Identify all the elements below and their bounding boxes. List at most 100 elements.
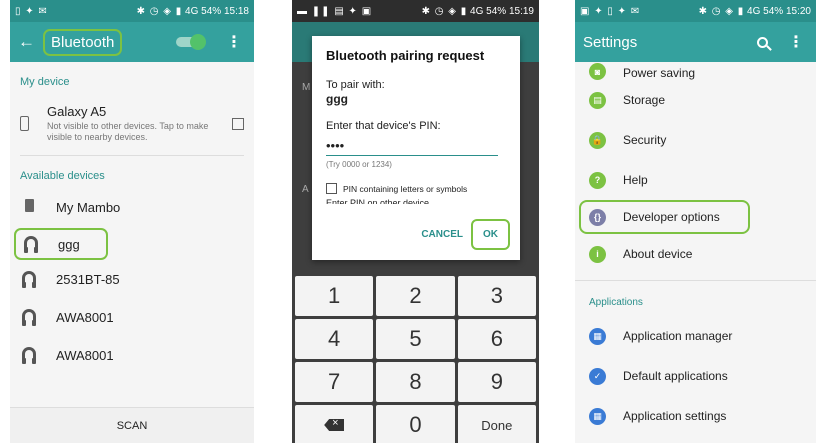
toggle-knob bbox=[190, 34, 206, 50]
my-device-header: My device bbox=[10, 62, 254, 94]
settings-item-label: Help bbox=[623, 173, 648, 187]
signal-icons: ✱ ◷ ◈ ▮ bbox=[698, 5, 745, 17]
back-arrow-icon[interactable]: ← bbox=[18, 32, 35, 52]
device-row-my-mambo[interactable]: My Mambo bbox=[10, 188, 254, 226]
network-label: 4G bbox=[747, 5, 761, 17]
headphones-icon bbox=[22, 347, 36, 364]
settings-item-label: Application manager bbox=[623, 329, 733, 343]
default-applications-icon: ✓ bbox=[589, 367, 606, 385]
settings-item-about-device[interactable]: i About device bbox=[575, 234, 816, 274]
device-label: My Mambo bbox=[56, 199, 121, 215]
device-row-ggg[interactable]: ggg bbox=[14, 228, 108, 260]
battery-label: 54% bbox=[486, 5, 507, 17]
status-time: 15:18 bbox=[223, 5, 249, 17]
more-options-icon[interactable]: ⋮ bbox=[222, 32, 246, 52]
pin-label: Enter that device's PIN: bbox=[326, 120, 441, 132]
status-bar: ▬ ❚❚ ▤ ✦ ▣ ✱ ◷ ◈ ▮ 4G 54% 15:19 bbox=[292, 0, 539, 22]
pair-device-name: ggg bbox=[326, 92, 348, 106]
available-devices-header: Available devices bbox=[10, 156, 254, 188]
cut-off-text: Enter PIN on other device bbox=[326, 198, 430, 204]
speaker-icon bbox=[24, 199, 34, 212]
dialog-title: Bluetooth pairing request bbox=[326, 48, 485, 63]
status-right: ✱ ◷ ◈ ▮ 4G 54% 15:18 bbox=[137, 6, 249, 17]
status-bar: ▯ ✦ ✉ ✱ ◷ ◈ ▮ 4G 54% 15:18 bbox=[10, 0, 254, 22]
settings-screen: ▣ ✦ ▯ ✦ ✉ ✱ ◷ ◈ ▮ 4G 54% 15:20 Settings … bbox=[575, 0, 816, 443]
info-icon: i bbox=[589, 245, 606, 263]
device-label: 2531BT-85 bbox=[56, 271, 120, 287]
letters-symbols-option[interactable]: PIN containing letters or symbols bbox=[326, 183, 506, 194]
key-4[interactable]: 4 bbox=[295, 319, 374, 359]
more-options-icon[interactable]: ⋮ bbox=[784, 32, 808, 52]
phone-icon bbox=[20, 116, 29, 131]
settings-item-application-manager[interactable]: ▦ Application manager bbox=[575, 316, 816, 356]
settings-item-help[interactable]: ? Help bbox=[575, 160, 816, 200]
status-bar: ▣ ✦ ▯ ✦ ✉ ✱ ◷ ◈ ▮ 4G 54% 15:20 bbox=[575, 0, 816, 22]
ok-button[interactable]: OK bbox=[471, 219, 510, 250]
settings-item-label: Storage bbox=[623, 93, 666, 107]
key-5[interactable]: 5 bbox=[376, 319, 455, 359]
settings-item-application-settings[interactable]: ▦ Application settings bbox=[575, 396, 816, 436]
settings-item-label: Security bbox=[623, 133, 667, 147]
settings-item-security[interactable]: 🔒 Security bbox=[575, 120, 816, 160]
notification-icons: ▯ ✦ ✉ bbox=[15, 5, 48, 17]
device-row-2531bt-85[interactable]: 2531BT-85 bbox=[10, 260, 254, 298]
applications-header: Applications bbox=[575, 280, 816, 316]
key-1[interactable]: 1 bbox=[295, 276, 374, 316]
scan-button[interactable]: SCAN bbox=[10, 407, 254, 443]
application-manager-icon: ▦ bbox=[589, 327, 606, 345]
visibility-checkbox[interactable] bbox=[232, 117, 244, 130]
status-time: 15:20 bbox=[785, 5, 811, 17]
key-6[interactable]: 6 bbox=[457, 319, 536, 359]
power-saving-icon: ◙ bbox=[589, 63, 606, 80]
backspace-key[interactable]: × bbox=[295, 405, 374, 443]
backspace-icon: × bbox=[324, 419, 345, 431]
battery-label: 54% bbox=[763, 5, 784, 17]
pin-input[interactable]: •••• bbox=[326, 138, 498, 156]
signal-icons: ✱ ◷ ◈ ▮ bbox=[421, 5, 468, 17]
settings-item-storage[interactable]: ▤ Storage bbox=[575, 80, 816, 120]
cancel-button[interactable]: CANCEL bbox=[421, 229, 463, 240]
settings-list: ◙ Power saving ▤ Storage 🔒 Security ? He… bbox=[575, 62, 816, 436]
settings-item-default-applications[interactable]: ✓ Default applications bbox=[575, 356, 816, 396]
dialog-buttons: CANCEL OK bbox=[421, 219, 510, 250]
key-7[interactable]: 7 bbox=[295, 362, 374, 402]
settings-item-label: Default applications bbox=[623, 369, 728, 383]
letters-symbols-label: PIN containing letters or symbols bbox=[343, 183, 468, 194]
headphones-icon bbox=[24, 236, 38, 253]
page-title: Bluetooth bbox=[43, 28, 123, 56]
settings-item-developer-options[interactable]: {} Developer options bbox=[579, 200, 750, 234]
done-key[interactable]: Done bbox=[457, 405, 536, 443]
key-8[interactable]: 8 bbox=[376, 362, 455, 402]
pairing-screen: ▬ ❚❚ ▤ ✦ ▣ ✱ ◷ ◈ ▮ 4G 54% 15:19 M A Blue… bbox=[292, 0, 539, 443]
bluetooth-toggle[interactable] bbox=[176, 34, 206, 50]
status-right: ✱ ◷ ◈ ▮ 4G 54% 15:20 bbox=[699, 6, 811, 17]
signal-icons: ✱ ◷ ◈ ▮ bbox=[136, 5, 183, 17]
notification-icons: ▣ ✦ ▯ ✦ ✉ bbox=[580, 5, 641, 17]
settings-item-power-saving[interactable]: ◙ Power saving bbox=[575, 62, 816, 80]
key-3[interactable]: 3 bbox=[457, 276, 536, 316]
device-row-awa8001-2[interactable]: AWA8001 bbox=[10, 336, 254, 374]
key-9[interactable]: 9 bbox=[457, 362, 536, 402]
numeric-keypad: 1 2 3 4 5 6 7 8 9 × 0 Done bbox=[292, 272, 539, 443]
status-right: ✱ ◷ ◈ ▮ 4G 54% 15:19 bbox=[422, 6, 534, 17]
key-2[interactable]: 2 bbox=[376, 276, 455, 316]
my-device-row[interactable]: Galaxy A5 Not visible to other devices. … bbox=[10, 94, 254, 155]
settings-item-label: About device bbox=[623, 247, 693, 261]
help-icon: ? bbox=[589, 171, 606, 189]
device-name: Galaxy A5 bbox=[47, 104, 107, 119]
device-row-awa8001[interactable]: AWA8001 bbox=[10, 298, 254, 336]
search-icon[interactable] bbox=[757, 36, 768, 48]
letters-symbols-checkbox[interactable] bbox=[326, 183, 337, 194]
bg-letter-m: M bbox=[302, 82, 311, 93]
network-label: 4G bbox=[185, 5, 199, 17]
app-bar: ← Bluetooth ⋮ bbox=[10, 22, 254, 62]
headphones-icon bbox=[22, 271, 36, 288]
status-time: 15:19 bbox=[508, 5, 534, 17]
device-label: AWA8001 bbox=[56, 309, 114, 325]
lock-icon: 🔒 bbox=[589, 131, 606, 149]
key-0[interactable]: 0 bbox=[376, 405, 455, 443]
settings-item-label: Developer options bbox=[623, 210, 720, 224]
storage-icon: ▤ bbox=[589, 91, 606, 109]
battery-label: 54% bbox=[201, 5, 222, 17]
pairing-dialog: Bluetooth pairing request To pair with: … bbox=[312, 36, 520, 260]
